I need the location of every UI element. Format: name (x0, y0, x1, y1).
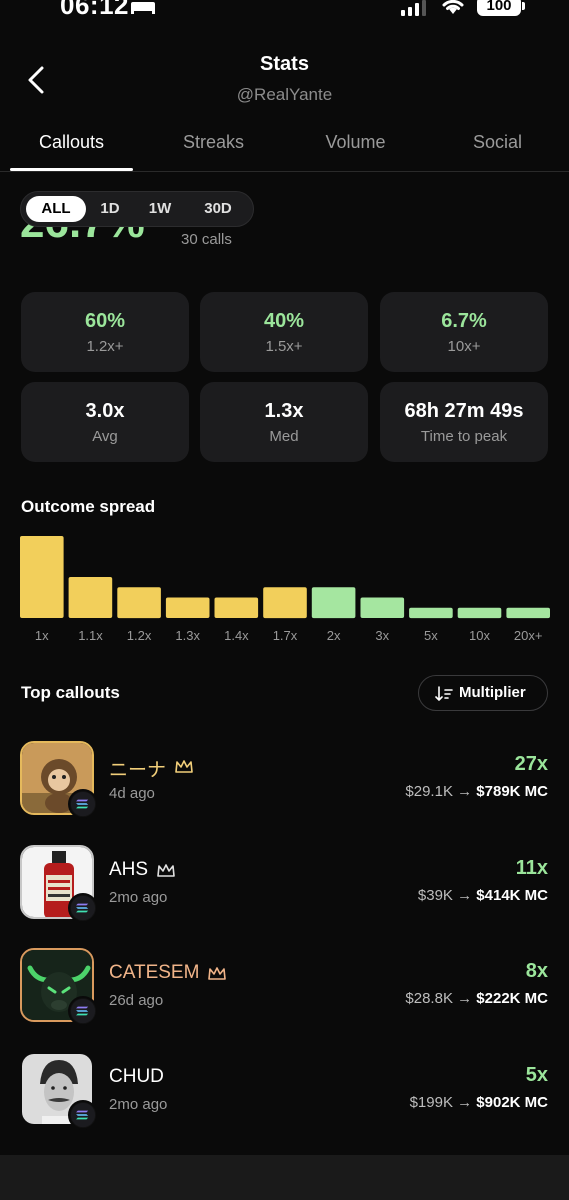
crown-icon (208, 967, 226, 980)
arrow-right-icon: → (457, 990, 473, 1007)
token-age: 4d ago (109, 785, 155, 802)
spread-bar-1x (20, 536, 64, 618)
period-all-chip[interactable]: ALL (26, 196, 86, 222)
spread-tick-label: 1.4x (224, 628, 249, 643)
stat-card-1-2x: 60% 1.2x+ (21, 292, 189, 372)
spread-tick-label: 2x (327, 628, 341, 643)
spread-tick-label: 3x (375, 628, 389, 643)
spread-bar-10x (457, 607, 502, 619)
calls-count: 30 calls (181, 231, 232, 248)
stat-value: 3.0x (85, 400, 125, 422)
tab-streaks[interactable]: Streaks (152, 132, 275, 153)
spread-bar-3x (360, 597, 405, 618)
page-title: Stats (260, 53, 309, 75)
token-age: 26d ago (109, 992, 164, 1009)
spread-tick-label: 20x+ (514, 628, 543, 643)
spread-bar-2x (311, 587, 356, 619)
period-filter: ALL 1D 1W 30D (20, 191, 254, 227)
spread-tick-label: 10x (469, 628, 490, 643)
stat-card-avg: 3.0x Avg (21, 382, 189, 462)
wifi-icon (442, 0, 464, 14)
stat-card-1-5x: 40% 1.5x+ (200, 292, 368, 372)
spread-tick-label: 1.1x (78, 628, 103, 643)
token-name: CATESEM (109, 962, 200, 983)
stat-value: 68h 27m 49s (404, 400, 524, 422)
token-multiplier: 5x (525, 1064, 548, 1086)
tab-callouts[interactable]: Callouts (10, 132, 133, 153)
callout-row[interactable]: ニーナ 4d ago 27x $29.1K → $789K MC (0, 741, 569, 821)
arrow-right-icon: → (457, 783, 473, 800)
top-callouts-title: Top callouts (21, 683, 120, 702)
stats-screen: 06:12 100 Stats @RealYante Callouts Stre… (0, 0, 569, 1200)
bottom-bar (0, 1155, 569, 1200)
battery-indicator: 100 (477, 0, 525, 16)
stat-value: 40% (263, 310, 305, 332)
stat-card-10x: 6.7% 10x+ (380, 292, 548, 372)
spread-bar-20x+ (506, 607, 550, 619)
spread-tick-label: 1.2x (127, 628, 152, 643)
token-name: AHS (109, 859, 149, 880)
market-cap-change: $29.1K → $789K MC (405, 783, 548, 800)
spread-bar-1.7x (263, 587, 307, 619)
stat-label: Avg (92, 428, 118, 445)
tab-volume[interactable]: Volume (294, 132, 417, 153)
stats-tabs: Callouts Streaks Volume Social (0, 118, 569, 172)
status-bar: 06:12 100 (0, 0, 569, 26)
token-age: 2mo ago (109, 1096, 168, 1113)
crown-icon (175, 760, 193, 773)
spread-tick-label: 1x (35, 628, 49, 643)
solana-chain-icon (68, 1100, 98, 1130)
market-cap-change: $199K → $902K MC (409, 1094, 548, 1111)
stat-value: 60% (84, 310, 126, 332)
arrow-right-icon: → (457, 887, 473, 904)
spread-tick-label: 5x (424, 628, 438, 643)
period-1w-chip[interactable]: 1W (141, 196, 179, 222)
signal-icon (401, 0, 426, 16)
spread-tick-label: 1.3x (175, 628, 200, 643)
market-cap-change: $39K → $414K MC (417, 887, 548, 904)
sort-multiplier-button[interactable]: Multiplier (418, 675, 548, 711)
callout-row[interactable]: AHS 2mo ago 11x $39K → $414K MC (0, 845, 569, 925)
token-multiplier: 11x (515, 857, 548, 879)
outcome-spread-chart: 1x 1.1x 1.2x 1.3x 1.4x 1.7x 2x 3x 5x 10x 20x+ (20, 536, 550, 643)
crown-icon (157, 864, 175, 877)
stat-card-time-to-peak: 68h 27m 49s Time to peak (380, 382, 548, 462)
stat-value: 1.3x (264, 400, 304, 422)
period-1d-chip[interactable]: 1D (91, 196, 129, 222)
stat-label: 1.2x+ (86, 338, 124, 355)
market-cap-change: $28.8K → $222K MC (405, 990, 548, 1007)
stat-card-median: 1.3x Med (200, 382, 368, 462)
stat-label: Med (269, 428, 299, 445)
tab-social[interactable]: Social (436, 132, 559, 153)
outcome-spread-title: Outcome spread (21, 497, 156, 516)
stat-label: 10x+ (447, 338, 481, 355)
active-tab-indicator (10, 168, 133, 171)
spread-bar-1.1x (68, 577, 113, 618)
stat-label: Time to peak (420, 428, 508, 445)
spread-bar-5x (409, 607, 453, 619)
spread-tick-label: 1.7x (273, 628, 298, 643)
arrow-right-icon: → (457, 1094, 473, 1111)
sort-label: Multiplier (459, 684, 526, 701)
status-time: 06:12 (60, 0, 129, 20)
user-handle: @RealYante (236, 85, 333, 104)
sleep-bed-icon (131, 2, 155, 14)
solana-chain-icon (68, 789, 98, 819)
spread-bar-1.4x (214, 597, 259, 618)
callout-row[interactable]: CATESEM 26d ago 8x $28.8K → $222K MC (0, 948, 569, 1028)
spread-bar-1.3x (165, 597, 210, 618)
sort-descending-icon (435, 686, 453, 701)
period-30d-chip[interactable]: 30D (195, 196, 241, 222)
callout-row[interactable]: CHUD 2mo ago 5x $199K → $902K MC (0, 1052, 569, 1132)
token-name: ニーナ (109, 760, 167, 781)
stat-value: 6.7% (441, 310, 487, 332)
solana-chain-icon (68, 996, 98, 1026)
token-name: CHUD (109, 1066, 164, 1087)
token-age: 2mo ago (109, 889, 168, 906)
token-multiplier: 8x (525, 960, 548, 982)
spread-bar-1.2x (117, 587, 161, 619)
token-multiplier: 27x (514, 753, 548, 775)
solana-chain-icon (68, 893, 98, 923)
stat-label: 1.5x+ (265, 338, 303, 355)
